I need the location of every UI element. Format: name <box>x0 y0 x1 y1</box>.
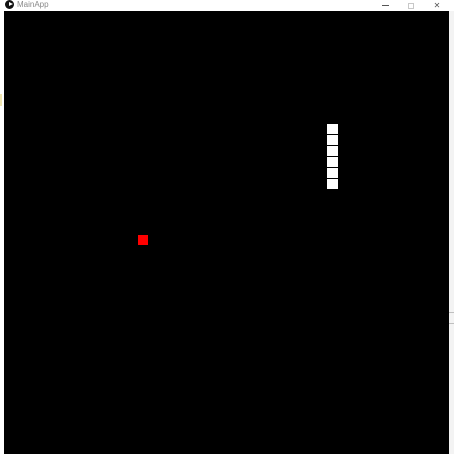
minimize-icon <box>381 5 389 6</box>
app-window: MainApp ✕ <box>0 0 454 454</box>
snake-segment <box>327 135 338 145</box>
background-window-highlight <box>0 94 2 106</box>
maximize-icon <box>408 2 414 9</box>
snake-segment <box>327 157 338 167</box>
close-icon: ✕ <box>433 0 441 10</box>
food-pellet <box>138 235 148 245</box>
title-bar[interactable]: MainApp ✕ <box>0 0 454 11</box>
game-canvas[interactable] <box>4 11 449 454</box>
app-icon <box>5 0 14 9</box>
close-button[interactable]: ✕ <box>424 0 450 11</box>
snake-segment <box>327 168 338 178</box>
minimize-button[interactable] <box>372 0 398 11</box>
snake-segment <box>327 179 338 189</box>
background-window-edge-right <box>449 11 454 454</box>
window-title: MainApp <box>17 0 49 9</box>
background-window-divider <box>449 312 454 324</box>
snake-segment <box>327 146 338 156</box>
maximize-button[interactable] <box>398 0 424 11</box>
snake-segment <box>327 124 338 134</box>
